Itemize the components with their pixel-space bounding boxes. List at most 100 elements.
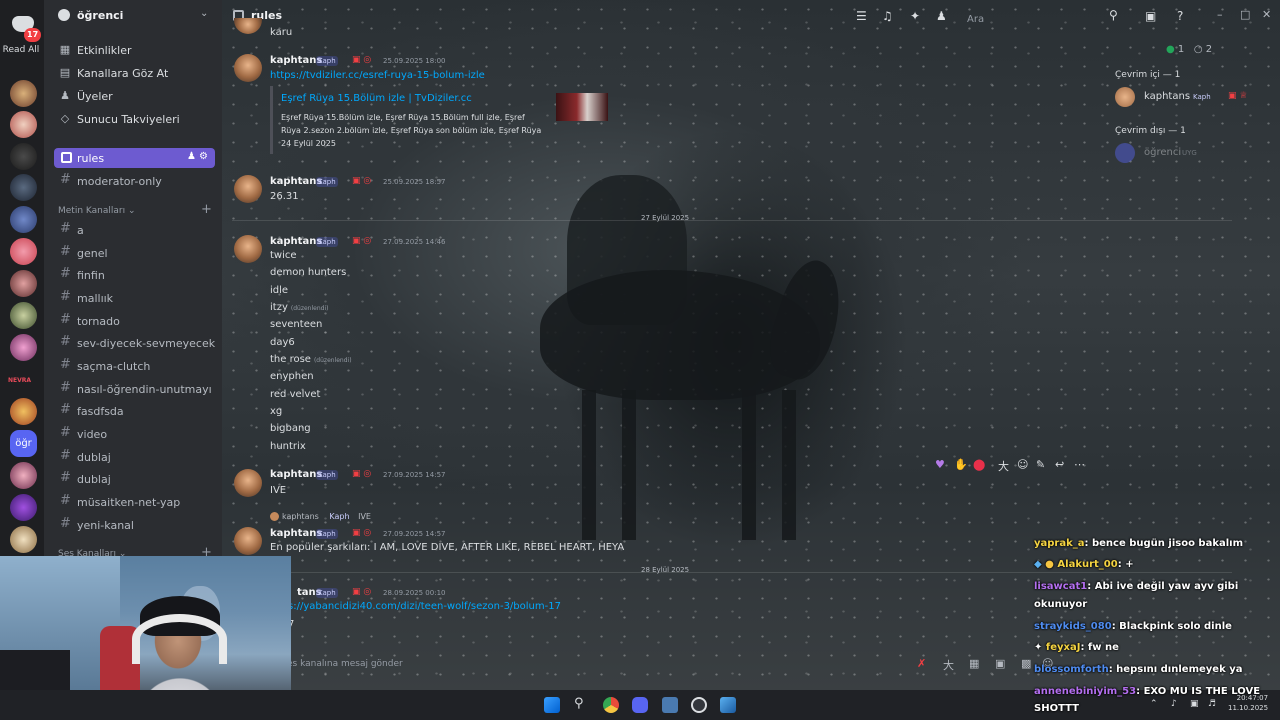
avatar[interactable] (234, 469, 262, 497)
server-header[interactable]: öğrenci ⌄ (44, 0, 222, 32)
maximize-icon[interactable]: □ (1240, 8, 1250, 21)
search-input[interactable] (957, 10, 1122, 29)
server-icon[interactable] (10, 526, 37, 553)
channel[interactable]: # dublaj (54, 447, 215, 467)
gif-off-icon[interactable]: ✗ (917, 657, 926, 670)
channel[interactable]: # nasıl-öğrendin-unutmayı (54, 379, 215, 399)
add-channel-icon[interactable]: + (201, 202, 212, 217)
minimize-icon[interactable]: – (1217, 8, 1223, 21)
member-item[interactable]: öğrenci UYG (1115, 142, 1265, 164)
menu-server-boosts[interactable]: ◇ Sunucu Takviyeleri (54, 110, 214, 130)
server-icon[interactable] (10, 302, 37, 329)
rules-icon (61, 152, 72, 163)
gift-icon[interactable]: ▦ (969, 657, 979, 670)
photos-icon[interactable] (720, 697, 736, 713)
pin-icon[interactable]: ✦ (910, 9, 920, 23)
message-link[interactable]: s://yabancidizi40.com/dizi/teen-wolf/sez… (288, 601, 561, 612)
channel[interactable]: # finfin (54, 265, 215, 285)
channel-rules[interactable]: rules ♟⚙ (54, 148, 215, 168)
add-member-settings-icons[interactable]: ♟⚙ (187, 151, 211, 162)
server-icon[interactable] (10, 143, 37, 170)
server-icon[interactable] (10, 174, 37, 201)
channel[interactable]: # dublaj (54, 469, 215, 489)
menu-members[interactable]: ♟ Üyeler (54, 87, 214, 107)
help-icon[interactable]: ? (1177, 9, 1183, 23)
server-icon[interactable] (10, 206, 37, 233)
server-icon[interactable] (10, 398, 37, 425)
server-icon[interactable] (10, 494, 37, 521)
translate-icon[interactable]: 大 (943, 657, 954, 673)
embed-thumbnail[interactable] (556, 93, 608, 121)
threads-icon[interactable]: ☰ (856, 9, 867, 23)
server-icon[interactable] (10, 462, 37, 489)
menu-label: Etkinlikler (77, 44, 132, 57)
chrome-icon[interactable] (603, 697, 619, 713)
search-box[interactable] (957, 7, 1122, 29)
menu-events[interactable]: ▦ Etkinlikler (54, 41, 214, 61)
close-icon[interactable]: ✕ (1262, 8, 1271, 21)
gif-icon[interactable]: ▣ (995, 657, 1005, 670)
message-line: day6 (270, 337, 295, 348)
message-input[interactable] (287, 656, 887, 672)
server-icon[interactable] (10, 111, 37, 138)
channel[interactable]: # fasdfsda (54, 401, 215, 421)
inbox-icon[interactable]: ▣ (1145, 9, 1156, 23)
server-icon[interactable] (10, 80, 37, 107)
channel[interactable]: # müsaitken-net-yap (54, 492, 215, 512)
avatar[interactable] (234, 527, 262, 555)
thumbs-reaction-icon[interactable]: ✋ (954, 458, 968, 471)
reply-icon[interactable]: ↩ (1055, 458, 1064, 471)
sticker-icon[interactable]: ▩ (1021, 657, 1031, 670)
channel[interactable]: # tornado (54, 311, 215, 331)
message-author[interactable]: kaphtans (270, 55, 322, 66)
avatar[interactable] (234, 175, 262, 203)
reply-reference[interactable]: kaphtans Kaph IVE (270, 512, 371, 521)
text-category[interactable]: Metin Kanalları ⌄ (58, 206, 136, 216)
server-icon[interactable] (10, 334, 37, 361)
edit-icon[interactable]: ✎ (1036, 458, 1045, 471)
timestamp: 25.09.2025 18:00 (383, 57, 446, 65)
message-author[interactable]: kaphtans (270, 469, 322, 480)
channel[interactable]: # saçma-clutch (54, 356, 215, 376)
search-icon[interactable]: ⚲ (574, 696, 584, 711)
member-list-icon[interactable]: ♟ (936, 9, 947, 23)
hash-icon: # (60, 425, 71, 440)
message-author[interactable]: kaphtans (270, 528, 322, 539)
app-icon[interactable] (662, 697, 678, 713)
menu-browse-channels[interactable]: ▤ Kanallara Göz At (54, 64, 214, 84)
discord-icon[interactable] (632, 697, 648, 713)
read-all-button[interactable]: Read All (0, 45, 42, 56)
more-icon[interactable]: ⋯ (1074, 458, 1085, 471)
hash-icon: # (60, 312, 71, 327)
member-item[interactable]: kaphtans Kaph ▣ ♕ (1115, 86, 1265, 108)
search-icon[interactable]: ⚲ (1109, 8, 1118, 22)
date-label: 27 Eylül 2025 (641, 214, 690, 222)
add-reaction-icon[interactable]: ☺ (1017, 458, 1028, 471)
translate-icon[interactable]: 大 (998, 458, 1009, 474)
channel[interactable]: # sev-diyecek-sevmeyecek (54, 333, 215, 353)
chevron-down-icon[interactable]: ⌄ (200, 8, 208, 19)
channel-moderator-only[interactable]: # moderator-only (54, 171, 215, 191)
start-icon[interactable] (544, 697, 560, 713)
steam-icon[interactable] (691, 697, 707, 713)
notifications-off-icon[interactable]: ♫ (882, 9, 893, 23)
channel[interactable]: # genel (54, 243, 215, 263)
message-composer: ✗ 大 ▦ ▣ ▩ ☺ (272, 652, 1053, 676)
channel[interactable]: # a (54, 220, 215, 240)
channel[interactable]: # video (54, 424, 215, 444)
embed-title[interactable]: Eşref Rüya 15.Bölüm izle | TvDiziler.cc (281, 93, 472, 104)
offline-header: Çevrim dışı — 1 (1115, 126, 1186, 136)
avatar[interactable] (234, 235, 262, 263)
message-author[interactable]: kaphtans (270, 176, 322, 187)
channel[interactable]: # yeni-kanal (54, 515, 215, 535)
heart-reaction-icon[interactable]: ♥ (935, 458, 945, 471)
server-icon[interactable] (10, 238, 37, 265)
server-icon-ogrenci[interactable]: öğr (10, 430, 37, 457)
circle-reaction-icon[interactable]: ⬤ (973, 458, 985, 471)
channel[interactable]: # mallıık (54, 288, 215, 308)
hash-icon: # (60, 516, 71, 531)
message-author[interactable]: kaphtans (270, 236, 322, 247)
message-link[interactable]: https://tvdiziler.cc/esref-ruya-15-bolum… (270, 70, 485, 81)
avatar[interactable] (234, 54, 262, 82)
server-icon[interactable] (10, 270, 37, 297)
